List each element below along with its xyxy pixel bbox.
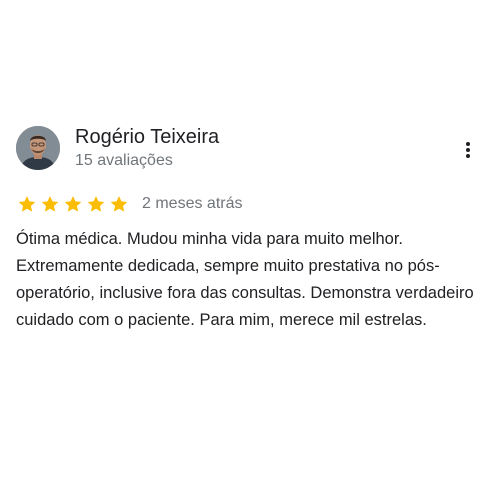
review-card: Rogério Teixeira 15 avaliações 2 meses a… (0, 0, 500, 500)
person-avatar-icon (16, 126, 60, 170)
reviewer-review-count[interactable]: 15 avaliações (75, 150, 173, 172)
review-date: 2 meses atrás (142, 195, 243, 212)
star-icon (41, 196, 59, 212)
more-vert-icon-dot (466, 148, 470, 152)
star-icon (64, 196, 82, 212)
review-text: Ótima médica. Mudou minha vida para muit… (16, 230, 474, 329)
star-icon (87, 196, 105, 212)
more-options-button[interactable] (456, 138, 480, 162)
star-icon (110, 196, 128, 212)
star-icon (18, 196, 36, 212)
more-vert-icon-dot (466, 154, 470, 158)
reviewer-name[interactable]: Rogério Teixeira (75, 124, 219, 150)
more-vert-icon (466, 142, 470, 146)
rating-row: 2 meses atrás (17, 192, 242, 216)
star-rating (17, 194, 132, 214)
reviewer-avatar[interactable] (16, 126, 60, 170)
